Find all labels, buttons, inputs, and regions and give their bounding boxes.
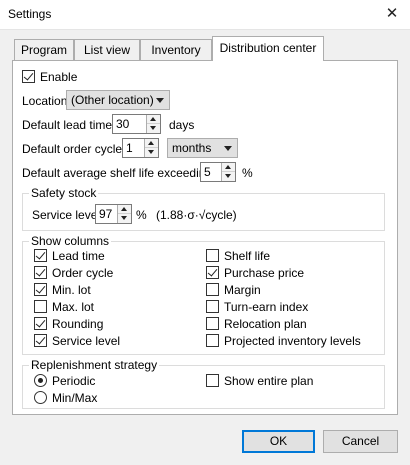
col-projected-inventory-checkbox[interactable] bbox=[206, 334, 219, 347]
stepper-down-icon[interactable] bbox=[147, 124, 160, 133]
replenishment-title: Replenishment strategy bbox=[29, 358, 160, 372]
stepper-up-icon[interactable] bbox=[145, 139, 158, 148]
location-dropdown[interactable]: (Other location) bbox=[66, 90, 170, 110]
minmax-label: Min/Max bbox=[52, 391, 98, 405]
col-margin-checkbox[interactable] bbox=[206, 283, 219, 296]
location-label: Location bbox=[22, 94, 68, 108]
col-max-lot-label: Max. lot bbox=[52, 300, 95, 314]
tab-label: Program bbox=[20, 43, 67, 57]
stepper-down-icon[interactable] bbox=[118, 214, 131, 223]
stepper-up-icon[interactable] bbox=[147, 115, 160, 124]
col-lead-time-checkbox[interactable] bbox=[34, 249, 47, 262]
col-rounding-checkbox[interactable] bbox=[34, 317, 47, 330]
order-cycle-input[interactable] bbox=[123, 139, 144, 157]
col-turn-earn-index-checkbox[interactable] bbox=[206, 300, 219, 313]
service-level-stepper[interactable] bbox=[95, 204, 132, 224]
chevron-down-icon bbox=[224, 146, 232, 151]
tab-list-view[interactable]: List view bbox=[74, 39, 140, 60]
lead-time-stepper[interactable] bbox=[112, 114, 161, 134]
window-title: Settings bbox=[8, 7, 52, 21]
stepper-buttons bbox=[146, 115, 160, 133]
col-service-level-checkbox[interactable] bbox=[34, 334, 47, 347]
periodic-radio[interactable] bbox=[34, 374, 47, 387]
service-level-formula: (1.88·σ·√cycle) bbox=[156, 208, 237, 222]
stepper-up-icon[interactable] bbox=[118, 205, 131, 214]
title-bar bbox=[0, 0, 410, 30]
tab-panel: Enable Location (Other location) Default… bbox=[12, 60, 398, 415]
stepper-down-icon[interactable] bbox=[145, 148, 158, 157]
col-shelf-life-label: Shelf life bbox=[224, 249, 271, 263]
stepper-down-icon[interactable] bbox=[222, 172, 235, 181]
close-icon: ✕ bbox=[385, 5, 399, 22]
order-cycle-unit-dropdown[interactable]: months bbox=[167, 138, 238, 158]
col-lead-time-label: Lead time bbox=[52, 249, 105, 263]
tab-label: Inventory bbox=[151, 43, 201, 57]
col-projected-inventory-label: Projected inventory levels bbox=[224, 334, 361, 348]
stepper-buttons bbox=[117, 205, 131, 223]
shelf-life-unit: % bbox=[242, 166, 253, 180]
col-turn-earn-index-label: Turn-earn index bbox=[224, 300, 309, 314]
location-value: (Other location) bbox=[71, 93, 154, 107]
service-level-label: Service level bbox=[32, 208, 101, 222]
lead-time-input[interactable] bbox=[113, 115, 146, 133]
service-level-unit: % bbox=[136, 208, 147, 222]
shelf-life-label: Default average shelf life exceeding bbox=[22, 166, 213, 180]
col-relocation-plan-checkbox[interactable] bbox=[206, 317, 219, 330]
show-entire-plan-label: Show entire plan bbox=[224, 374, 314, 388]
cancel-button[interactable]: Cancel bbox=[323, 430, 398, 453]
enable-label: Enable bbox=[40, 70, 78, 84]
col-relocation-plan-label: Relocation plan bbox=[224, 317, 307, 331]
col-purchase-price-label: Purchase price bbox=[224, 266, 305, 280]
ok-button[interactable]: OK bbox=[242, 430, 315, 453]
col-max-lot-checkbox[interactable] bbox=[34, 300, 47, 313]
shelf-life-stepper[interactable] bbox=[200, 162, 236, 182]
col-min-lot-checkbox[interactable] bbox=[34, 283, 47, 296]
col-purchase-price-checkbox[interactable] bbox=[206, 266, 219, 279]
col-shelf-life-checkbox[interactable] bbox=[206, 249, 219, 262]
col-rounding-label: Rounding bbox=[52, 317, 104, 331]
close-button[interactable]: ✕ bbox=[381, 4, 403, 24]
minmax-radio[interactable] bbox=[34, 391, 47, 404]
col-service-level-label: Service level bbox=[52, 334, 121, 348]
stepper-buttons bbox=[144, 139, 158, 157]
col-order-cycle-label: Order cycle bbox=[52, 266, 114, 280]
shelf-life-input[interactable] bbox=[201, 163, 221, 181]
show-entire-plan-checkbox[interactable] bbox=[206, 374, 219, 387]
periodic-label: Periodic bbox=[52, 374, 96, 388]
order-cycle-label: Default order cycle bbox=[22, 142, 123, 156]
tab-label: Distribution center bbox=[219, 41, 317, 55]
stepper-up-icon[interactable] bbox=[222, 163, 235, 172]
chevron-down-icon bbox=[156, 98, 164, 103]
stepper-buttons bbox=[221, 163, 235, 181]
tab-program[interactable]: Program bbox=[14, 39, 74, 60]
col-margin-label: Margin bbox=[224, 283, 261, 297]
show-columns-title: Show columns bbox=[29, 234, 112, 248]
order-cycle-unit-value: months bbox=[172, 141, 212, 155]
tab-inventory[interactable]: Inventory bbox=[140, 39, 212, 60]
lead-time-unit: days bbox=[169, 118, 195, 132]
col-order-cycle-checkbox[interactable] bbox=[34, 266, 47, 279]
lead-time-label: Default lead time bbox=[22, 118, 113, 132]
col-min-lot-label: Min. lot bbox=[52, 283, 91, 297]
tab-label: List view bbox=[83, 43, 130, 57]
tab-distribution-center[interactable]: Distribution center bbox=[212, 36, 324, 61]
service-level-input[interactable] bbox=[96, 205, 117, 223]
safety-stock-title: Safety stock bbox=[29, 186, 99, 200]
order-cycle-stepper[interactable] bbox=[122, 138, 159, 158]
enable-checkbox[interactable] bbox=[22, 70, 35, 83]
